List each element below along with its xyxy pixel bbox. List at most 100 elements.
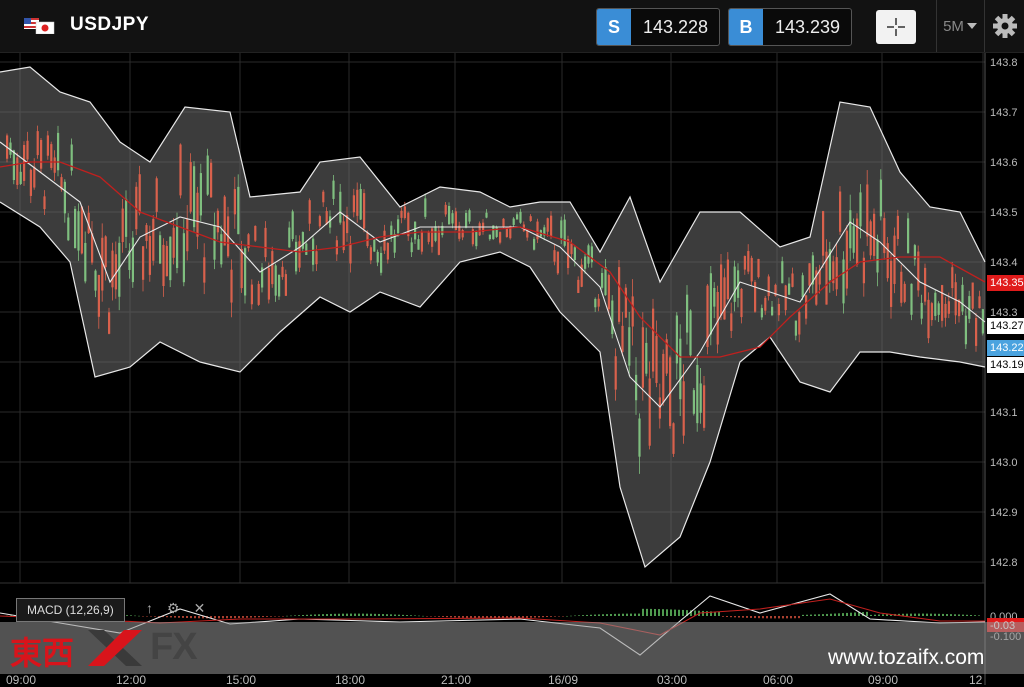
- price-tick-label: 143.5: [990, 207, 1018, 219]
- macd-histogram-bar: [470, 616, 472, 619]
- macd-histogram-bar: [734, 616, 736, 618]
- candle-body: [954, 282, 957, 316]
- macd-histogram-bar: [126, 615, 128, 616]
- candle-body: [835, 257, 838, 290]
- macd-histogram-bar: [842, 613, 844, 616]
- macd-histogram-bar: [794, 616, 796, 619]
- candle-body: [74, 208, 77, 249]
- buy-button[interactable]: B 143.239: [728, 8, 852, 46]
- candle-body: [40, 139, 43, 169]
- candle-body: [94, 270, 97, 291]
- watermark-banner: 東西 FX www.tozaifx.com: [0, 622, 1024, 674]
- candle-body: [318, 216, 321, 227]
- candle-body: [686, 294, 689, 333]
- watermark-url: www.tozaifx.com: [828, 646, 985, 669]
- macd-histogram-bar: [818, 614, 820, 616]
- macd-histogram-bar: [466, 616, 468, 618]
- macd-histogram-bar: [342, 613, 344, 616]
- candle-body: [172, 227, 175, 258]
- macd-tools: ↑ ⚙ ✕: [146, 600, 205, 617]
- macd-histogram-bar: [554, 616, 556, 617]
- macd-indicator-label[interactable]: MACD (12,26,9): [16, 598, 125, 622]
- candle-body: [641, 327, 644, 388]
- candle-body: [611, 300, 614, 335]
- macd-histogram-bar: [390, 614, 392, 616]
- macd-histogram-bar: [266, 616, 268, 617]
- macd-histogram-bar: [790, 616, 792, 619]
- candle-body: [873, 213, 876, 256]
- macd-histogram-bar: [958, 614, 960, 616]
- candle-body: [692, 390, 695, 414]
- candle-body: [777, 303, 780, 316]
- candle-body: [689, 310, 692, 356]
- candle-body: [250, 284, 253, 305]
- candle-body: [155, 178, 158, 212]
- macd-histogram-bar: [646, 608, 648, 616]
- macd-histogram-bar: [362, 613, 364, 616]
- price-tick-label: 143.4: [990, 257, 1018, 269]
- caret-down-icon: [966, 23, 977, 29]
- candle-body: [376, 251, 379, 263]
- macd-histogram-bar: [806, 614, 808, 616]
- candle-body: [971, 282, 974, 309]
- settings-button[interactable]: [984, 0, 1024, 52]
- candle-body: [638, 418, 641, 457]
- candle-body: [448, 205, 451, 225]
- candle-body: [621, 325, 624, 352]
- macd-histogram-bar: [442, 616, 444, 617]
- close-icon[interactable]: ✕: [194, 600, 206, 617]
- candle-body: [121, 208, 124, 243]
- candle-body: [607, 275, 610, 310]
- crosshair-button[interactable]: [876, 10, 916, 44]
- macd-histogram-bar: [546, 616, 548, 618]
- candle-body: [920, 302, 923, 319]
- candle-body: [63, 181, 66, 214]
- candle-body: [699, 383, 702, 413]
- macd-histogram-bar: [438, 616, 440, 617]
- candle-body: [597, 298, 600, 307]
- macd-histogram-bar: [606, 614, 608, 616]
- macd-histogram-bar: [970, 614, 972, 616]
- macd-histogram-bar: [366, 613, 368, 616]
- price-tick-label: 143.8: [990, 57, 1018, 69]
- price-chart[interactable]: 143.8143.7143.6143.5143.4143.3143.2143.1…: [0, 53, 1024, 685]
- bollinger-band-fill: [0, 67, 985, 567]
- timeframe-dropdown[interactable]: 5M: [936, 0, 983, 52]
- candle-body: [176, 225, 179, 268]
- candle-body: [315, 251, 318, 265]
- macd-histogram-bar: [286, 615, 288, 617]
- candle-body: [431, 228, 434, 247]
- arrow-up-icon[interactable]: ↑: [146, 600, 153, 617]
- macd-histogram-bar: [754, 616, 756, 619]
- macd-histogram-bar: [730, 616, 732, 618]
- sell-button[interactable]: S 143.228: [596, 8, 720, 46]
- candle-body: [584, 256, 587, 269]
- macd-histogram-bar: [446, 616, 448, 618]
- macd-histogram-bar: [322, 614, 324, 616]
- candle-body: [267, 268, 270, 300]
- gear-icon[interactable]: ⚙: [167, 600, 180, 617]
- macd-histogram-bar: [318, 614, 320, 616]
- macd-histogram-bar: [906, 613, 908, 616]
- candle-body: [444, 204, 447, 215]
- candle-body: [363, 193, 366, 229]
- candle-body: [839, 191, 842, 232]
- macd-histogram-bar: [582, 615, 584, 616]
- macd-histogram-bar: [138, 615, 140, 617]
- candle-body: [730, 313, 733, 331]
- candle-body: [573, 247, 576, 260]
- macd-histogram-bar: [234, 616, 236, 619]
- price-tick-label: 143.6: [990, 157, 1018, 169]
- price-tick-label: 143.1: [990, 407, 1018, 419]
- candle-body: [488, 234, 491, 240]
- macd-histogram-bar: [306, 614, 308, 616]
- candle-body: [189, 162, 192, 212]
- macd-histogram-bar: [926, 613, 928, 616]
- candle-body: [794, 320, 797, 336]
- candle-body: [968, 296, 971, 319]
- macd-histogram-bar: [666, 609, 668, 616]
- macd-histogram-bar: [822, 614, 824, 616]
- watermark-kanji: 東西: [10, 634, 75, 672]
- macd-histogram-bar: [930, 613, 932, 616]
- macd-histogram-bar: [534, 616, 536, 618]
